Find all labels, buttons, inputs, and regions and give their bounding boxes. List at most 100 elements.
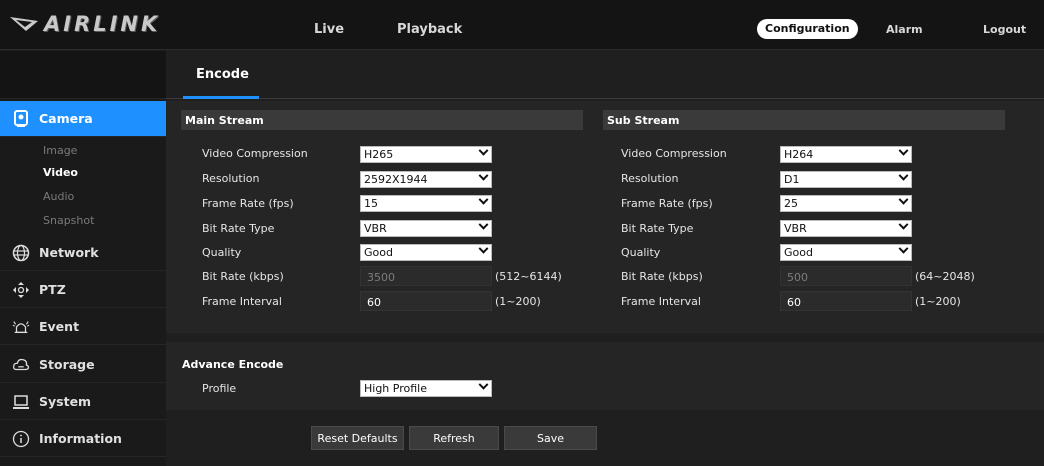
chevron-down-icon — [898, 219, 909, 230]
sidebar-sub-snapshot[interactable]: Snapshot — [43, 214, 94, 227]
sub-resolution-select[interactable]: D1 — [780, 170, 912, 188]
sidebar-item-label: Information — [39, 431, 122, 446]
main-video-compression-label: Video Compression — [202, 147, 308, 160]
chevron-down-icon — [478, 170, 489, 181]
select-value: H265 — [364, 148, 394, 161]
sidebar-item-camera[interactable]: Camera — [0, 101, 174, 137]
main-quality-select[interactable]: Good — [360, 243, 492, 261]
select-value: 2592X1944 — [364, 173, 428, 186]
main-content: Encode Main Stream Sub Stream Video Comp… — [166, 51, 1044, 466]
chevron-down-icon — [478, 145, 489, 156]
profile-select[interactable]: High Profile — [360, 379, 492, 397]
airlink-logo-icon — [10, 17, 38, 31]
sub-bit-rate-input[interactable]: 500 — [780, 266, 912, 286]
top-bar: AIRLINK Live Playback Configuration Alar… — [0, 0, 1044, 50]
sidebar-item-label: System — [39, 394, 92, 409]
main-bit-rate-type-select[interactable]: VBR — [360, 219, 492, 237]
chevron-down-icon — [898, 145, 909, 156]
sidebar-item-label: Camera — [39, 111, 93, 126]
sub-frame-interval-range: (1~200) — [915, 295, 961, 308]
tab-encode[interactable]: Encode — [183, 51, 259, 99]
advance-encode-panel — [166, 342, 1044, 410]
sidebar-sub-image[interactable]: Image — [43, 144, 77, 157]
select-value: VBR — [364, 222, 387, 235]
sub-frame-rate-select[interactable]: 25 — [780, 194, 912, 212]
nav-logout[interactable]: Logout — [983, 23, 1026, 36]
sidebar-item-label: Network — [39, 245, 99, 260]
sub-bit-rate-type-select[interactable]: VBR — [780, 219, 912, 237]
sidebar-item-storage[interactable]: Storage — [0, 347, 166, 383]
sidebar-sub-audio[interactable]: Audio — [43, 190, 74, 203]
main-frame-interval-input[interactable]: 60 — [360, 291, 492, 311]
sub-resolution-label: Resolution — [621, 172, 679, 185]
sidebar: Camera Image Video Audio Snapshot Networ… — [0, 51, 174, 466]
sidebar-item-network[interactable]: Network — [0, 235, 166, 271]
sidebar-item-ptz[interactable]: PTZ — [0, 272, 166, 308]
chevron-down-icon — [898, 170, 909, 181]
main-frame-interval-range: (1~200) — [495, 295, 541, 308]
save-button[interactable]: Save — [504, 426, 597, 450]
reset-defaults-button[interactable]: Reset Defaults — [311, 426, 404, 450]
sidebar-item-label: Storage — [39, 357, 95, 372]
network-globe-icon — [12, 244, 30, 262]
sidebar-header — [0, 51, 166, 99]
main-quality-label: Quality — [202, 246, 242, 259]
sidebar-item-label: PTZ — [39, 282, 66, 297]
event-alarm-icon — [12, 318, 30, 336]
chevron-down-icon — [478, 243, 489, 254]
sidebar-item-event[interactable]: Event — [0, 309, 166, 345]
main-resolution-label: Resolution — [202, 172, 260, 185]
system-laptop-icon — [12, 393, 30, 411]
main-stream-header: Main Stream — [181, 110, 583, 130]
select-value: Good — [364, 246, 393, 259]
select-value: D1 — [784, 173, 800, 186]
main-bit-rate-range: (512~6144) — [495, 270, 562, 283]
sub-frame-interval-label: Frame Interval — [621, 295, 701, 308]
sub-video-compression-select[interactable]: H264 — [780, 145, 912, 163]
ptz-arrows-icon — [12, 281, 30, 299]
profile-label: Profile — [202, 382, 237, 395]
sub-stream-header: Sub Stream — [603, 110, 1005, 130]
refresh-button[interactable]: Refresh — [409, 426, 499, 450]
sidebar-item-system[interactable]: System — [0, 384, 166, 420]
sub-bit-rate-type-label: Bit Rate Type — [621, 222, 694, 235]
select-value: 25 — [784, 197, 798, 210]
sidebar-item-information[interactable]: Information — [0, 421, 166, 457]
main-frame-rate-label: Frame Rate (fps) — [202, 197, 294, 210]
sub-frame-rate-label: Frame Rate (fps) — [621, 197, 713, 210]
camera-icon — [12, 109, 30, 128]
main-bit-rate-label: Bit Rate (kbps) — [202, 270, 284, 283]
select-value: High Profile — [364, 382, 427, 395]
select-value: Good — [784, 246, 813, 259]
streams-panel — [166, 101, 1044, 333]
sub-frame-interval-input[interactable]: 60 — [780, 291, 912, 311]
sub-bit-rate-label: Bit Rate (kbps) — [621, 270, 703, 283]
main-bit-rate-input[interactable]: 3500 — [360, 266, 492, 286]
sidebar-item-label: Event — [39, 319, 80, 334]
storage-cloud-icon — [12, 356, 30, 374]
info-circle-icon — [12, 430, 30, 448]
tab-bar: Encode — [166, 51, 1044, 99]
chevron-down-icon — [478, 194, 489, 205]
nav-configuration[interactable]: Configuration — [757, 19, 858, 39]
nav-live[interactable]: Live — [314, 22, 344, 37]
select-value: VBR — [784, 222, 807, 235]
main-bit-rate-type-label: Bit Rate Type — [202, 222, 275, 235]
nav-alarm[interactable]: Alarm — [886, 23, 923, 36]
main-resolution-select[interactable]: 2592X1944 — [360, 170, 492, 188]
chevron-down-icon — [898, 194, 909, 205]
sidebar-sub-video[interactable]: Video — [43, 166, 78, 179]
chevron-down-icon — [898, 243, 909, 254]
select-value: H264 — [784, 148, 814, 161]
nav-playback[interactable]: Playback — [397, 22, 462, 37]
sub-video-compression-label: Video Compression — [621, 147, 727, 160]
main-frame-interval-label: Frame Interval — [202, 295, 282, 308]
main-video-compression-select[interactable]: H265 — [360, 145, 492, 163]
brand-logo: AIRLINK — [8, 10, 160, 38]
main-frame-rate-select[interactable]: 15 — [360, 194, 492, 212]
sub-bit-rate-range: (64~2048) — [915, 270, 975, 283]
brand-name: AIRLINK — [44, 12, 161, 36]
chevron-down-icon — [478, 379, 489, 390]
sub-quality-select[interactable]: Good — [780, 243, 912, 261]
chevron-down-icon — [478, 219, 489, 230]
